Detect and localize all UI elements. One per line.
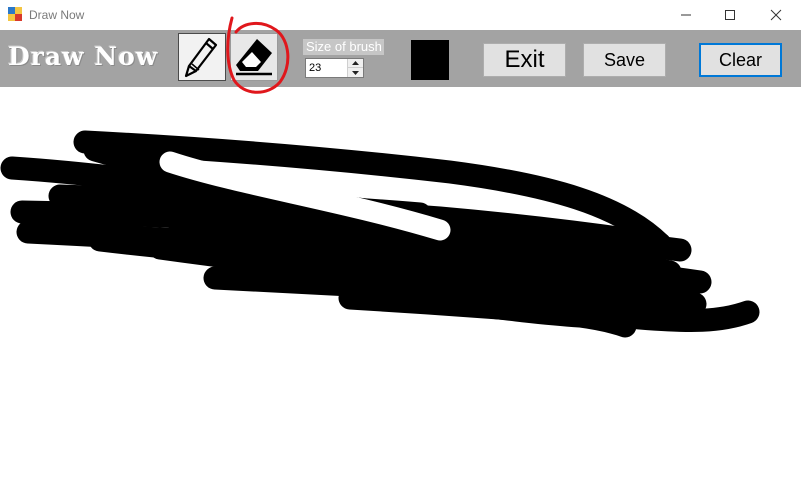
pencil-tool-button[interactable] (178, 33, 226, 81)
close-icon (770, 9, 782, 21)
spinner (347, 59, 363, 77)
title-bar: Draw Now (0, 0, 801, 30)
chevron-up-icon (352, 61, 359, 65)
minimize-icon (681, 14, 691, 16)
drawing-canvas[interactable] (0, 87, 801, 490)
save-button[interactable]: Save (583, 43, 666, 77)
brush-size-label: Size of brush (303, 39, 384, 55)
pencil-icon (184, 37, 218, 78)
brush-color-swatch[interactable] (411, 40, 449, 80)
exit-button[interactable]: Exit (483, 43, 566, 77)
maximize-button[interactable] (707, 0, 753, 30)
app-name: Draw Now (8, 42, 159, 71)
minimize-button[interactable] (663, 0, 709, 30)
eraser-icon (236, 39, 272, 76)
app-icon (8, 7, 22, 21)
chevron-down-icon (352, 70, 359, 75)
clear-button[interactable]: Clear (699, 43, 782, 77)
brush-size-input[interactable] (307, 60, 351, 76)
spin-down-button[interactable] (348, 68, 363, 77)
window-title: Draw Now (29, 8, 85, 22)
close-button[interactable] (753, 0, 799, 30)
spin-up-button[interactable] (348, 59, 363, 68)
eraser-tool-button[interactable] (230, 33, 278, 81)
ink-strokes (0, 130, 760, 338)
toolbar: Draw Now Size of brush 23 Exit Save Clea… (0, 30, 801, 87)
maximize-icon (725, 10, 735, 20)
brush-size-stepper[interactable] (305, 58, 364, 78)
